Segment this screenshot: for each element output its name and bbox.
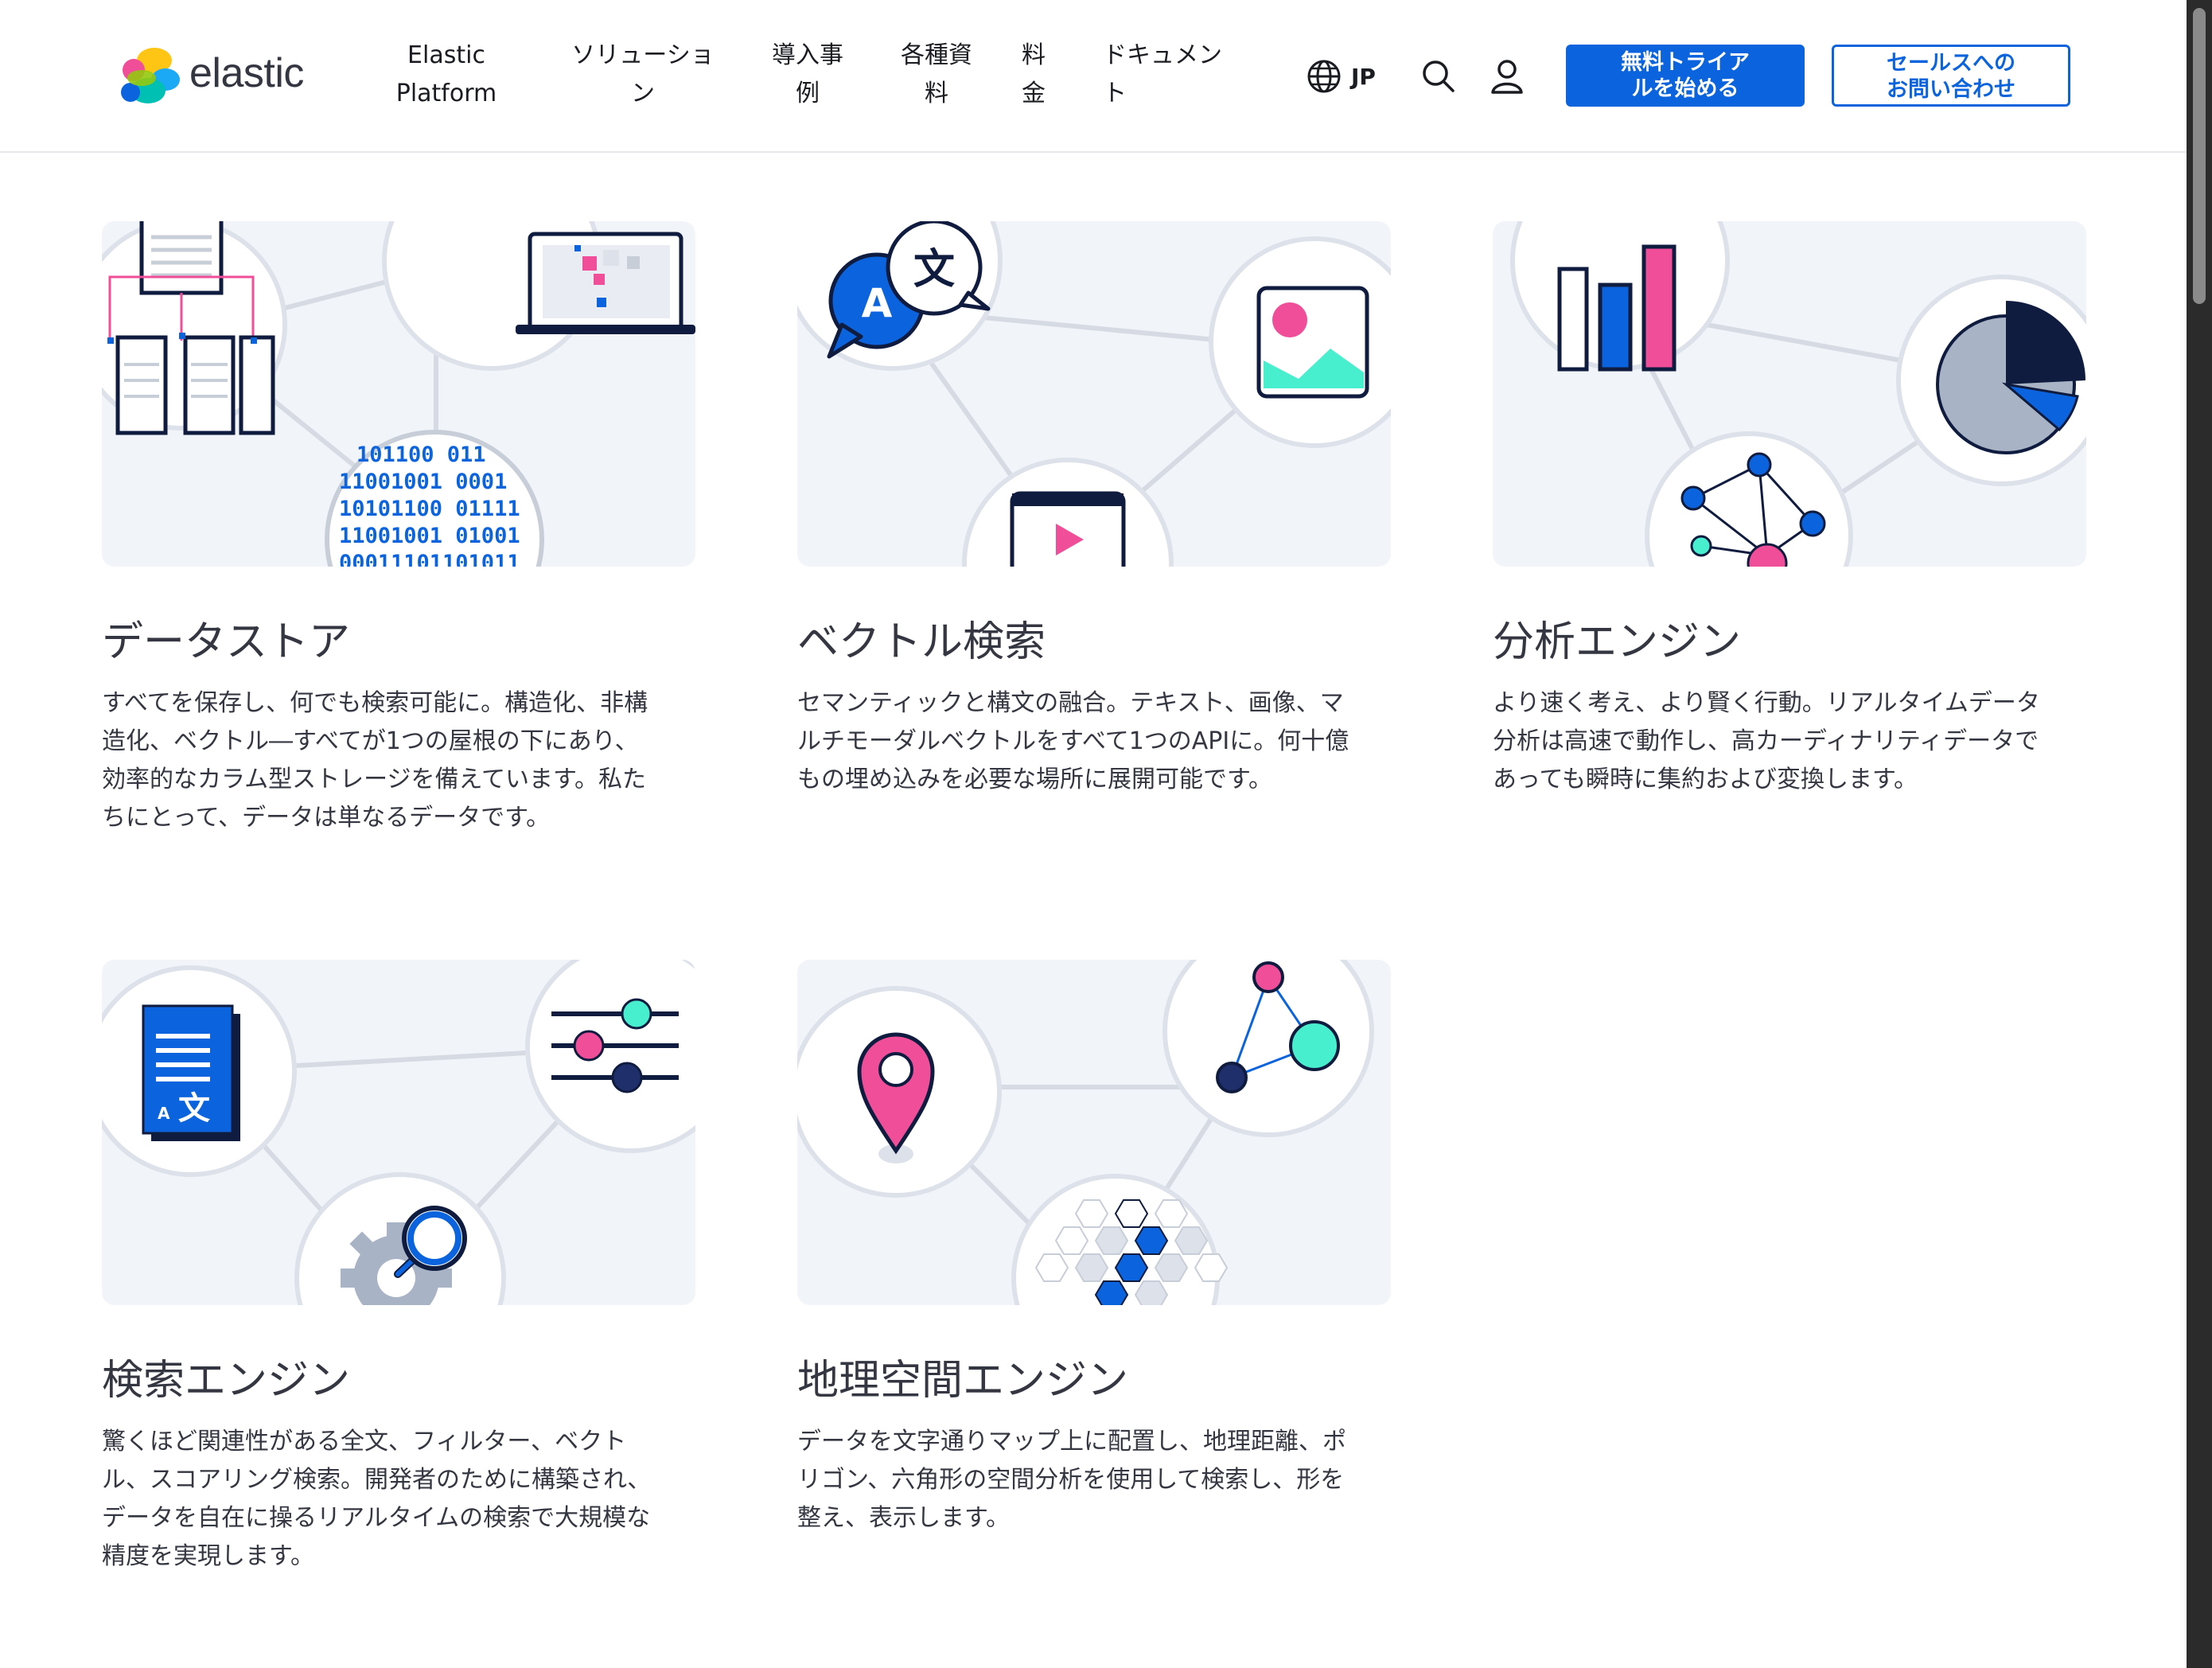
svg-text:101100 011: 101100 011 (356, 442, 486, 467)
nav-label: ト (1103, 80, 1127, 107)
elastic-logo[interactable]: elastic (118, 45, 325, 108)
nav-label: ソリューショ (571, 41, 715, 69)
button-label: セールスへの (1887, 51, 2015, 76)
card-description: より速く考え、より賢く行動。リアルタイムデータ 分析は高速で動作し、高カーディナ… (1493, 684, 2086, 799)
analytics-illustration (1493, 221, 2086, 567)
nav-label: 金 (1022, 80, 1046, 107)
button-label: 無料トライア (1621, 50, 1750, 75)
vector-search-illustration: A 文 (797, 221, 1391, 567)
free-trial-button[interactable]: 無料トライア ルを始める (1566, 45, 1805, 107)
card-description: データを文字通りマップ上に配置し、地理距離、ポ リゴン、六角形の空間分析を使用し… (797, 1423, 1391, 1537)
svg-text:A: A (862, 280, 893, 326)
description-line: 精度を実現します。 (102, 1542, 314, 1570)
description-line: あっても瞬時に集約および変換します。 (1493, 766, 1918, 793)
nav-label: 料 (925, 80, 948, 107)
feature-card-search-engine[interactable]: A 文 検索エンジン 驚くほど関連性がある全文、フィルター、ベクト ル、スコアリ… (102, 960, 695, 1576)
svg-text:10101100 01111: 10101100 01111 (339, 497, 520, 521)
button-label: ルを始める (1631, 76, 1739, 101)
description-line: 分析は高速で動作し、高カーディナリティデータで (1493, 727, 2039, 755)
search-engine-illustration: A 文 (102, 960, 695, 1305)
image-icon (1256, 286, 1369, 399)
card-title[interactable]: 検索エンジン (102, 1354, 695, 1407)
nav-label: Elastic (407, 41, 485, 69)
video-play-icon (1010, 491, 1126, 567)
nav-label: Platform (395, 80, 497, 107)
card-title[interactable]: ベクトル検索 (797, 616, 1391, 668)
description-line: ルチモーダルベクトルをすべて1つのAPIに。何十億 (797, 727, 1349, 755)
data-store-illustration: 101100 011 11001001 0001 10101100 01111 … (102, 221, 695, 567)
description-line: すべてを保存し、何でも検索可能に。構造化、非構 (102, 689, 648, 717)
description-line: より速く考え、より賢く行動。リアルタイムデータ (1493, 689, 2040, 717)
nav-label: 導入事 (772, 41, 843, 69)
nav-elastic-platform[interactable]: Elastic Platform (390, 37, 503, 113)
card-description: 驚くほど関連性がある全文、フィルター、ベクト ル、スコアリング検索。開発者のため… (102, 1423, 695, 1576)
language-label: JP (1351, 63, 1376, 90)
svg-text:文: 文 (178, 1090, 210, 1127)
elastic-logo-icon (121, 48, 180, 103)
nav-solutions[interactable]: ソリューショ ン (563, 37, 722, 113)
filter-sliders-icon (551, 998, 679, 1093)
card-description: すべてを保存し、何でも検索可能に。構造化、非構 造化、ベクトル―すべてが1つの屋… (102, 684, 695, 837)
user-icon[interactable] (1488, 57, 1526, 95)
feature-card-geospatial-engine[interactable]: 地理空間エンジン データを文字通りマップ上に配置し、地理距離、ポ リゴン、六角形… (797, 960, 1391, 1537)
card-description: セマンティックと構文の融合。テキスト、画像、マ ルチモーダルベクトルをすべて1つ… (797, 684, 1391, 799)
globe-icon (1307, 60, 1341, 93)
language-selector[interactable]: JP (1307, 57, 1376, 95)
site-header: elastic Elastic Platform ソリューショ ン 導入事 例 … (0, 0, 2187, 153)
card-title[interactable]: 分析エンジン (1493, 616, 2086, 668)
description-line: データを自在に操るリアルタイムの検索で大規模な (102, 1504, 651, 1532)
search-icon[interactable] (1419, 57, 1458, 95)
feature-card-data-store[interactable]: 101100 011 11001001 0001 10101100 01111 … (102, 221, 695, 837)
description-line: ちにとって、データは単なるデータです。 (102, 804, 551, 832)
description-line: リゴン、六角形の空間分析を使用して検索し、形を (797, 1466, 1345, 1494)
nav-docs[interactable]: ドキュメン ト (1103, 37, 1238, 113)
button-label: お問い合わせ (1887, 77, 2015, 102)
nav-resources[interactable]: 各種資 料 (893, 37, 980, 113)
description-line: データを文字通りマップ上に配置し、地理距離、ポ (797, 1428, 1346, 1456)
feature-card-analytics-engine[interactable]: 分析エンジン より速く考え、より賢く行動。リアルタイムデータ 分析は高速で動作し… (1493, 221, 2086, 799)
description-line: ル、スコアリング検索。開発者のために構築され、 (102, 1466, 652, 1494)
card-title[interactable]: 地理空間エンジン (797, 1354, 1391, 1407)
nav-label: 各種資 (901, 41, 972, 69)
description-line: セマンティックと構文の融合。テキスト、画像、マ (797, 689, 1344, 717)
nav-label: ン (631, 80, 655, 107)
nav-label: ドキュメン (1103, 41, 1222, 69)
geospatial-illustration (797, 960, 1391, 1305)
logo-text: elastic (189, 50, 304, 96)
svg-text:A: A (158, 1104, 170, 1123)
nav-case-studies[interactable]: 導入事 例 (764, 37, 851, 113)
description-line: 驚くほど関連性がある全文、フィルター、ベクト (102, 1428, 627, 1456)
svg-text:11001001 0001: 11001001 0001 (339, 470, 507, 494)
svg-text:00011101101011: 00011101101011 (339, 551, 520, 567)
svg-text:文: 文 (913, 246, 955, 294)
nav-pricing[interactable]: 料 金 (1017, 37, 1050, 113)
feature-card-vector-search[interactable]: A 文 ベクトル検索 セマンティックと構文の融合。テキスト、画像、マ ルチモーダ… (797, 221, 1391, 799)
card-title[interactable]: データストア (102, 616, 695, 668)
translated-document-icon: A 文 (142, 1004, 240, 1141)
nav-label: 料 (1022, 41, 1046, 69)
nav-label: 例 (796, 80, 820, 107)
laptop-icon (516, 232, 695, 334)
scrollbar-thumb[interactable] (2193, 8, 2206, 304)
description-line: 効率的なカラム型ストレージを備えています。私た (102, 766, 646, 793)
svg-text:11001001 01001: 11001001 01001 (339, 524, 520, 548)
contact-sales-button[interactable]: セールスへの お問い合わせ (1832, 45, 2070, 107)
description-line: 造化、ベクトル―すべてが1つの屋根の下にあり、 (102, 727, 639, 755)
description-line: もの埋め込みを必要な場所に展開可能です。 (797, 766, 1272, 793)
description-line: 整え、表示します。 (797, 1504, 1010, 1532)
